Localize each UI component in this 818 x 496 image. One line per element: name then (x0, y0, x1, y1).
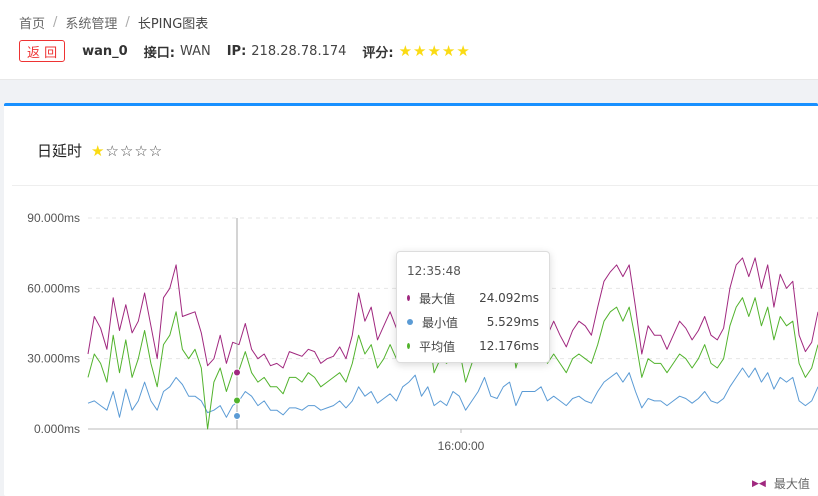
tooltip-row-max: 最大值 24.092ms (407, 286, 539, 310)
series-line-min (87, 367, 818, 418)
tooltip-time: 12:35:48 (407, 264, 461, 278)
tooltip-value: 5.529ms (486, 315, 539, 329)
chart-legend-max[interactable]: ▶◀ 最大值 (752, 475, 810, 492)
hover-point-max (233, 368, 241, 377)
chart-tooltip: 12:35:48 最大值 24.092ms 最小值 5.529ms 平均值 12… (396, 251, 550, 363)
tooltip-dot-avg (407, 343, 411, 349)
tooltip-row-min: 最小值 5.529ms (407, 310, 539, 334)
tooltip-value: 12.176ms (479, 339, 539, 353)
y-tick-label: 90.000ms (27, 211, 80, 225)
y-tick-label: 0.000ms (34, 422, 80, 436)
tooltip-dot-max (407, 295, 411, 301)
tooltip-label: 平均值 (419, 339, 456, 354)
legend-marker-icon: ▶◀ (752, 478, 766, 489)
hover-point-avg (233, 396, 241, 405)
tooltip-dot-min (407, 319, 413, 325)
tooltip-label: 最大值 (419, 291, 456, 306)
tooltip-value: 24.092ms (479, 291, 539, 305)
latency-chart[interactable]: 0.000ms 30.000ms 60.000ms 90.000ms 16:00:00 (0, 0, 818, 496)
tooltip-row-avg: 平均值 12.176ms (407, 334, 539, 358)
y-tick-label: 60.000ms (27, 281, 80, 295)
tooltip-label: 最小值 (422, 315, 459, 330)
legend-label-max: 最大值 (773, 477, 810, 491)
x-tick-label: 16:00:00 (438, 439, 485, 453)
hover-point-min (233, 412, 241, 421)
y-tick-label: 30.000ms (27, 352, 80, 366)
